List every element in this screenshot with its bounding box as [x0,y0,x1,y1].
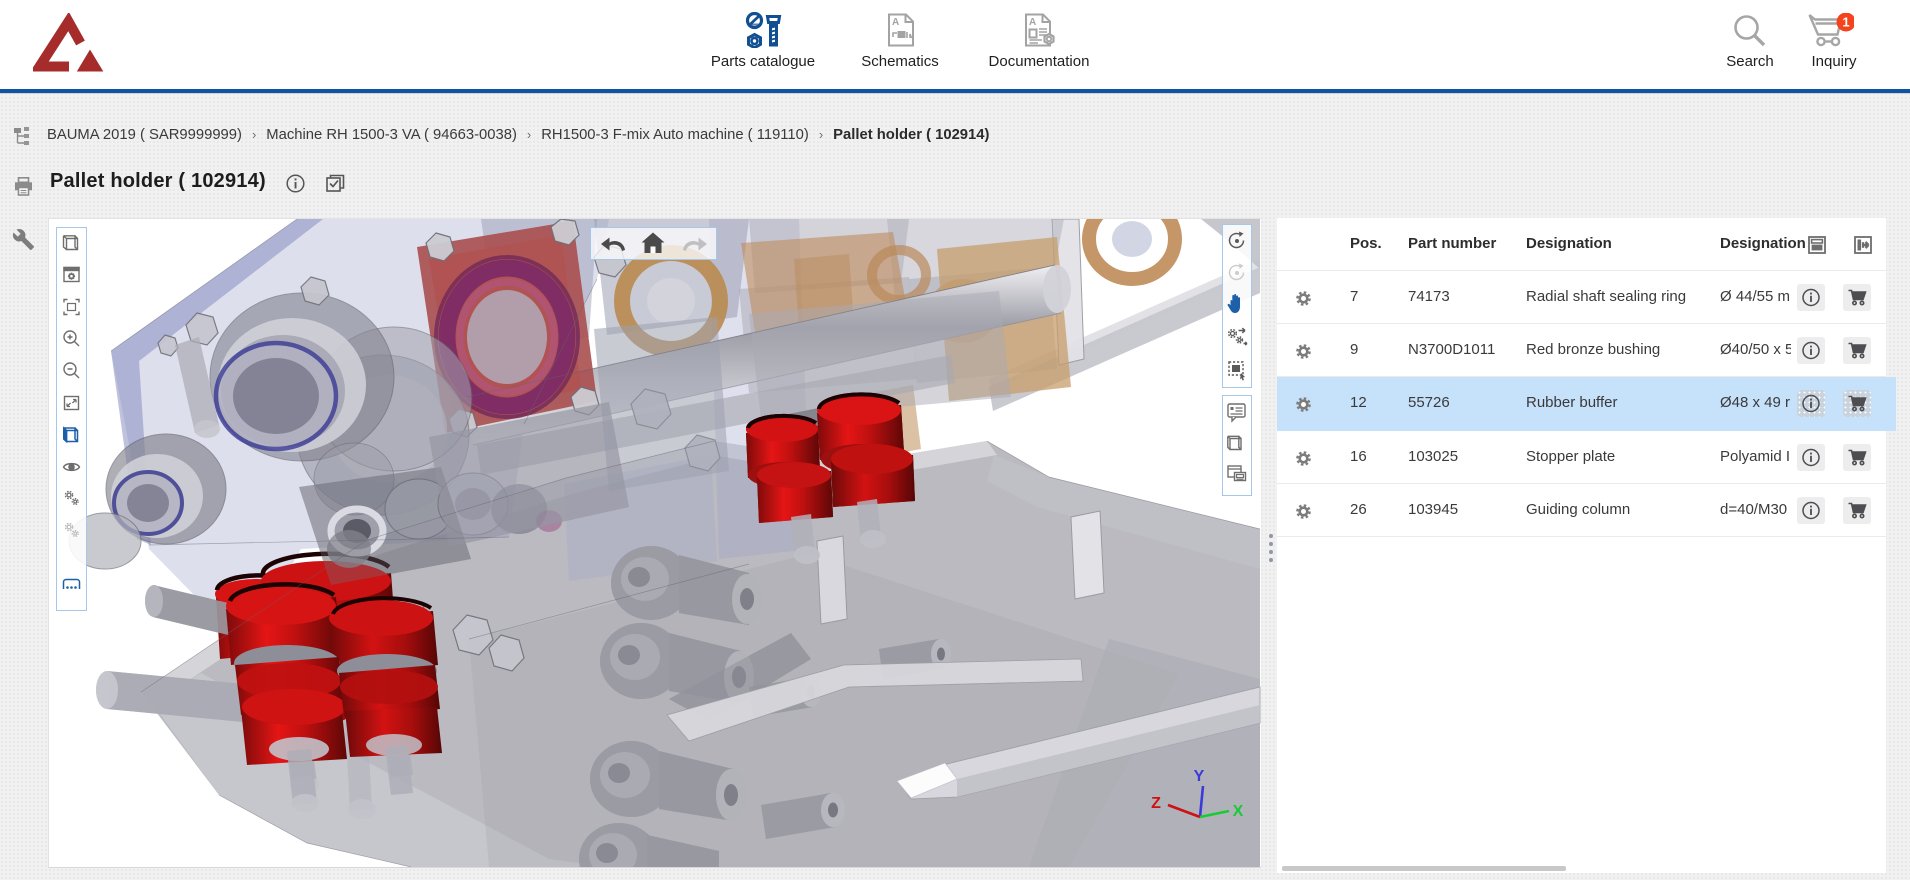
svg-text:A: A [1029,17,1036,28]
svg-text:X: X [1233,803,1244,820]
svg-text:Y: Y [1194,768,1205,785]
svg-text:A: A [892,17,899,28]
svg-text:Z: Z [1151,795,1161,812]
svg-text:1: 1 [1842,15,1849,30]
